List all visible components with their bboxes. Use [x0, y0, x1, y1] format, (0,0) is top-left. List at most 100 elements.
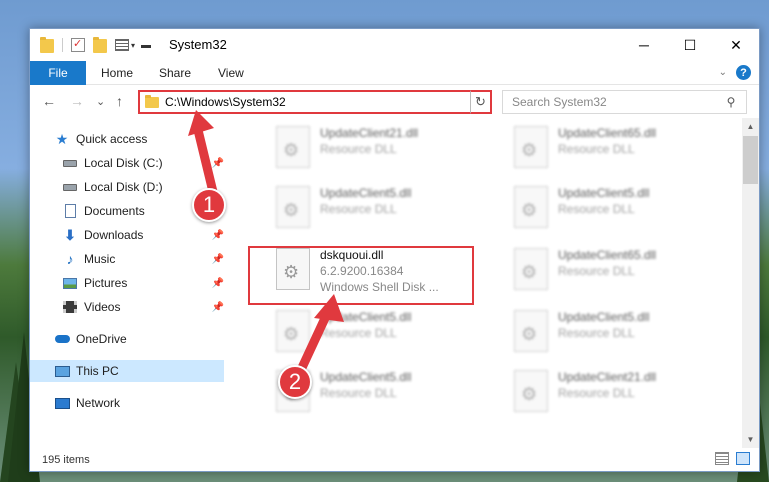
list-item[interactable]: UpdateClient5.dll Resource DLL: [248, 182, 473, 234]
pc-icon: [54, 363, 70, 379]
list-item[interactable]: UpdateClient21.dll Resource DLL: [486, 366, 711, 418]
explorer-window: ▾ ▬ System32 ─ ☐ ✕ File Home Share View …: [29, 28, 760, 472]
pin-icon[interactable]: 📌: [212, 302, 224, 313]
highlight-box: [248, 246, 474, 305]
folder-icon: [40, 37, 54, 53]
onedrive-icon: [54, 331, 70, 347]
disk-icon: [62, 179, 78, 195]
list-item[interactable]: UpdateClient5.dll Resource DLL: [248, 306, 473, 358]
list-item[interactable]: UpdateClient5.dll Resource DLL: [486, 182, 711, 234]
file-name: UpdateClient21.dll: [320, 126, 419, 140]
maximize-button[interactable]: ☐: [667, 29, 713, 61]
step-2-callout: 2: [278, 365, 312, 399]
sidebar-item-network[interactable]: Network: [30, 392, 224, 414]
details-view-icon[interactable]: [715, 452, 729, 465]
sidebar-item-label: This PC: [76, 364, 119, 378]
search-box[interactable]: Search System32 ⚲: [502, 90, 747, 114]
sidebar-item-label: OneDrive: [76, 332, 127, 346]
sidebar-item-downloads[interactable]: ⬇ Downloads 📌: [30, 224, 224, 246]
ribbon-tabs: File Home Share View ⌄ ?: [30, 61, 759, 85]
sidebar-item-label: Videos: [84, 300, 121, 314]
sidebar-item-label: Pictures: [84, 276, 128, 290]
scrollbar-thumb[interactable]: [743, 136, 758, 184]
sidebar-item-label: Downloads: [84, 228, 144, 242]
large-icons-view-icon[interactable]: [736, 452, 750, 465]
quick-access-toolbar: ▾ ▬: [40, 37, 151, 53]
sidebar-item-this-pc[interactable]: This PC: [30, 360, 224, 382]
file-description: Resource DLL: [320, 326, 397, 340]
pictures-icon: [62, 275, 78, 291]
forward-button[interactable]: →: [70, 93, 84, 109]
close-button[interactable]: ✕: [713, 29, 759, 61]
dll-file-icon: [514, 310, 548, 352]
file-description: Resource DLL: [558, 202, 635, 216]
address-bar[interactable]: C:\Windows\System32 ⌄: [138, 90, 490, 114]
dll-file-icon: [514, 370, 548, 412]
toolbar-separator: [62, 38, 63, 52]
recent-locations-button[interactable]: ⌄: [96, 95, 105, 108]
dll-file-icon: [514, 186, 548, 228]
expand-ribbon-icon[interactable]: ⌄: [719, 67, 727, 78]
sidebar-item-quick-access[interactable]: ★ Quick access: [30, 128, 224, 150]
sidebar-item-label: Documents: [84, 204, 145, 218]
sidebar-item-local-disk-c[interactable]: Local Disk (C:) 📌: [30, 152, 224, 174]
file-name: UpdateClient5.dll: [558, 310, 650, 324]
sidebar-item-music[interactable]: ♪ Music 📌: [30, 248, 225, 270]
music-icon: ♪: [66, 251, 74, 267]
tab-file[interactable]: File: [30, 61, 86, 85]
search-icon[interactable]: ⚲: [724, 95, 738, 109]
sidebar-item-videos[interactable]: Videos 📌: [30, 296, 224, 318]
tab-view[interactable]: View: [218, 61, 244, 85]
tab-share[interactable]: Share: [159, 61, 191, 85]
sidebar-item-label: Music: [84, 252, 116, 266]
navigation-bar: ← → ⌄ ↑ C:\Windows\System32 ⌄ ↻ Search S…: [30, 86, 759, 118]
file-name: UpdateClient5.dll: [320, 310, 412, 324]
sidebar-item-label: Local Disk (C:): [84, 156, 163, 170]
window-title: System32: [169, 37, 227, 52]
dll-file-icon: [514, 126, 548, 168]
minimize-button[interactable]: ─: [621, 29, 667, 61]
file-list: UpdateClient21.dll Resource DLL UpdateCl…: [226, 118, 741, 448]
list-item[interactable]: UpdateClient5.dll Resource DLL: [486, 306, 711, 358]
new-folder-icon[interactable]: [93, 37, 107, 53]
list-item[interactable]: UpdateClient65.dll Resource DLL: [486, 244, 711, 296]
search-input[interactable]: Search System32: [512, 95, 724, 109]
title-bar: ▾ ▬ System32 ─ ☐ ✕: [30, 29, 759, 61]
scroll-up-icon[interactable]: ▲: [742, 118, 759, 135]
file-description: Resource DLL: [320, 202, 397, 216]
scroll-down-icon[interactable]: ▼: [742, 431, 759, 448]
download-icon: ⬇: [64, 226, 76, 243]
address-path[interactable]: C:\Windows\System32: [165, 95, 472, 109]
help-icon[interactable]: ?: [736, 65, 751, 80]
view-options-icon[interactable]: [115, 39, 129, 51]
vertical-scrollbar[interactable]: ▲ ▼: [742, 118, 759, 448]
sidebar-item-onedrive[interactable]: OneDrive: [30, 328, 224, 350]
chevron-down-icon[interactable]: ▾: [131, 41, 135, 50]
item-count: 195 items: [42, 453, 90, 466]
status-bar: 195 items: [30, 448, 759, 471]
dll-file-icon: [276, 126, 310, 168]
file-description: Resource DLL: [558, 386, 635, 400]
sidebar-item-pictures[interactable]: Pictures 📌: [30, 272, 224, 294]
file-description: Resource DLL: [558, 326, 635, 340]
sidebar-item-label: Local Disk (D:): [84, 180, 163, 194]
back-button[interactable]: ←: [42, 93, 56, 109]
list-item[interactable]: UpdateClient65.dll Resource DLL: [486, 122, 711, 174]
customize-toolbar-icon[interactable]: ▬: [141, 40, 151, 51]
disk-icon: [62, 155, 78, 171]
dll-file-icon: [276, 310, 310, 352]
documents-icon: [62, 203, 78, 219]
pin-icon[interactable]: 📌: [212, 230, 224, 241]
videos-icon: [62, 299, 78, 315]
up-button[interactable]: ↑: [116, 93, 123, 109]
properties-icon[interactable]: [71, 37, 85, 52]
list-item[interactable]: UpdateClient21.dll Resource DLL: [248, 122, 473, 174]
pin-icon[interactable]: 📌: [212, 254, 224, 265]
network-icon: [54, 395, 70, 411]
dll-file-icon: [514, 248, 548, 290]
refresh-button[interactable]: ↻: [470, 90, 492, 114]
pin-icon[interactable]: 📌: [212, 158, 224, 169]
tab-home[interactable]: Home: [101, 61, 133, 85]
pin-icon[interactable]: 📌: [212, 278, 224, 289]
file-description: Resource DLL: [558, 142, 635, 156]
